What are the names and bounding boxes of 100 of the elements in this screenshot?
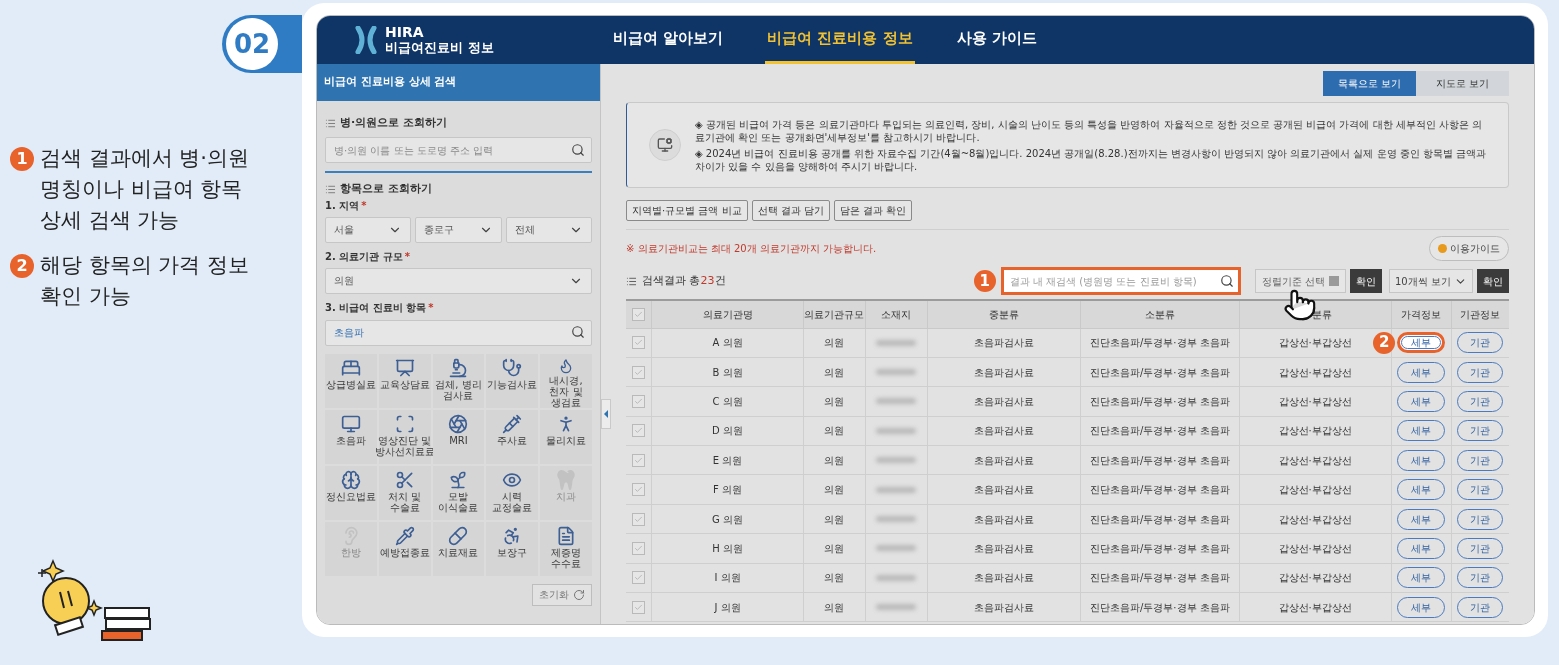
callout-number: 1 [973, 270, 996, 292]
confirm-button[interactable]: 확인 [1350, 269, 1382, 293]
table-cell: 갑상선·부갑상선 [1239, 533, 1392, 564]
category-tile[interactable]: 보장구 [486, 521, 539, 576]
category-tile[interactable]: 주사료 [486, 409, 539, 464]
tile-label: 시력 교정술료 [491, 490, 534, 513]
tile-label: 보장구 [497, 546, 528, 558]
dropdown[interactable]: 서울 [325, 216, 412, 243]
collapse-handle[interactable] [601, 399, 611, 429]
table-cell: 갑상선·부갑상선 [1239, 445, 1392, 475]
blurred-address [876, 398, 917, 405]
field-label: 1. 지역 [325, 198, 360, 213]
guide-button[interactable]: 이용가이드 [1429, 236, 1509, 261]
search-icon[interactable] [1219, 274, 1234, 288]
table-cell: H 의원 [651, 533, 804, 564]
logo-icon [355, 26, 377, 54]
sidebar-title: 비급여 진료비용 상세 검색 [317, 64, 600, 101]
category-tile[interactable]: 모발 이식술료 [432, 465, 485, 520]
monitor-icon [340, 413, 361, 434]
category-tile[interactable]: 상급병실료 [325, 353, 377, 408]
blurred-address [876, 545, 917, 552]
column-header: 분류 [1239, 300, 1392, 328]
table-cell: J 의원 [651, 592, 804, 622]
check-icon [634, 309, 644, 319]
table-cell: 진단초음파/두경부·경부 초음파 [1080, 386, 1239, 417]
tile-label: 주사료 [497, 434, 528, 446]
category-tile[interactable]: 내시경, 천자 및 생검료 [540, 353, 592, 408]
table-cell: 갑상선·부갑상선 [1239, 416, 1392, 446]
checkbox[interactable] [632, 453, 646, 467]
table-cell: 의원 [803, 445, 866, 475]
check-icon [634, 455, 644, 465]
checkbox[interactable] [632, 307, 646, 321]
action-button[interactable]: 선택 결과 담기 [751, 200, 830, 221]
category-tile[interactable]: 처치 및 수술료 [378, 465, 431, 520]
checkbox[interactable] [632, 512, 646, 526]
nav-tab[interactable]: 비급여 알아보기 [611, 16, 726, 64]
checkbox[interactable] [632, 571, 646, 585]
tile-label: 예방접종료 [379, 546, 430, 558]
table-cell: 의원 [803, 533, 866, 564]
tile-label: 물리치료 [546, 434, 587, 446]
action-button[interactable]: 지역별·규모별 금액 비교 [626, 200, 748, 221]
document-icon [556, 525, 577, 546]
result-search-field[interactable]: 결과 내 재검색 (병원명 또는 진료비 항목) [1000, 267, 1241, 295]
table-cell: 초음파검사료 [927, 357, 1081, 387]
table-cell: 진단초음파/두경부·경부 초음파 [1080, 592, 1239, 622]
category-tile[interactable]: 정신요법료 [325, 465, 377, 520]
syringe-icon [502, 413, 523, 434]
table-cell: 의원 [803, 504, 866, 534]
category-tile[interactable]: 검체, 병리 검사료 [432, 353, 485, 408]
tile-label: 치과 [556, 490, 577, 502]
checkbox[interactable] [632, 424, 646, 438]
notice-text: ◈ 2024년 비급여 진료비용 공개를 위한 자료수집 기간(4월~8월)입니다. 2024년 공개일(8.28.)전까지는 변경사항이 반영되지 않아 의료기관에서 실제 운영 중인 항목별 금액과 차이가 있을 수 있음을 양해하여 주시기 바랍니다. [695, 146, 1488, 173]
table-cell: 진단초음파/두경부·경부 초음파 [1080, 474, 1239, 505]
category-tile[interactable]: 시력 교정술료 [486, 465, 539, 520]
category-tile[interactable]: MRI [432, 409, 485, 464]
blurred-address [876, 604, 917, 611]
table-cell: 초음파검사료 [927, 445, 1081, 475]
search-icon[interactable] [571, 142, 585, 157]
category-tile[interactable]: 교육상담료 [378, 353, 431, 408]
checkbox[interactable] [632, 394, 646, 408]
section-title: 항목으로 조회하기 [340, 181, 432, 197]
category-tile[interactable]: 제증명 수수료 [540, 521, 592, 576]
table-cell: 의원 [803, 474, 866, 505]
tile-label: 초음파 [335, 434, 366, 446]
table-cell: F 의원 [651, 474, 804, 505]
aperture-icon [448, 413, 469, 434]
nav-tab[interactable]: 사용 가이드 [954, 16, 1039, 64]
checkbox[interactable] [632, 483, 646, 497]
table-cell: G 의원 [651, 504, 804, 534]
category-tile[interactable]: 치료재료 [432, 521, 485, 576]
reset-button[interactable]: 초기화 [532, 583, 592, 606]
search-icon[interactable] [571, 324, 585, 339]
checkbox[interactable] [632, 600, 646, 614]
category-tile[interactable]: 기능검사료 [486, 353, 539, 408]
category-search-field[interactable]: 초음파 [325, 319, 592, 346]
view-tab[interactable]: 지도로 보기 [1416, 71, 1509, 96]
view-tab[interactable]: 목록으로 보기 [1323, 71, 1416, 96]
category-tile[interactable]: 영상진단 및 방사선치료료 [378, 409, 431, 464]
table-cell: 초음파검사료 [927, 592, 1081, 622]
table-cell: 초음파검사료 [927, 533, 1081, 564]
column-header: 가격정보 [1391, 300, 1452, 328]
check-icon [634, 543, 644, 553]
confirm-button[interactable]: 확인 [1477, 269, 1509, 293]
step-number: 1 [10, 147, 34, 171]
category-tile[interactable]: 예방접종료 [378, 521, 431, 576]
dropdown[interactable]: 종로구 [415, 216, 502, 243]
sort-select[interactable]: 정렬기준 선택 [1254, 269, 1346, 293]
checkbox[interactable] [632, 336, 646, 350]
checkbox[interactable] [632, 365, 646, 379]
checkbox[interactable] [632, 541, 646, 555]
dropdown[interactable]: 전체 [505, 216, 592, 243]
table-cell: 갑상선·부갑상선 [1239, 592, 1392, 622]
page-size-select[interactable]: 10개씩 보기 [1389, 269, 1473, 293]
tile-label: 모발 이식술료 [437, 490, 480, 513]
category-tile[interactable]: 초음파 [325, 409, 377, 464]
category-tile[interactable]: 물리치료 [540, 409, 592, 464]
tile-label: 교육상담료 [379, 378, 430, 390]
action-button[interactable]: 담은 결과 확인 [833, 200, 913, 221]
dropdown[interactable]: 의원 [325, 267, 592, 294]
clinic-search-field[interactable]: 병·의원 이름 또는 도로명 주소 입력 [325, 137, 592, 163]
